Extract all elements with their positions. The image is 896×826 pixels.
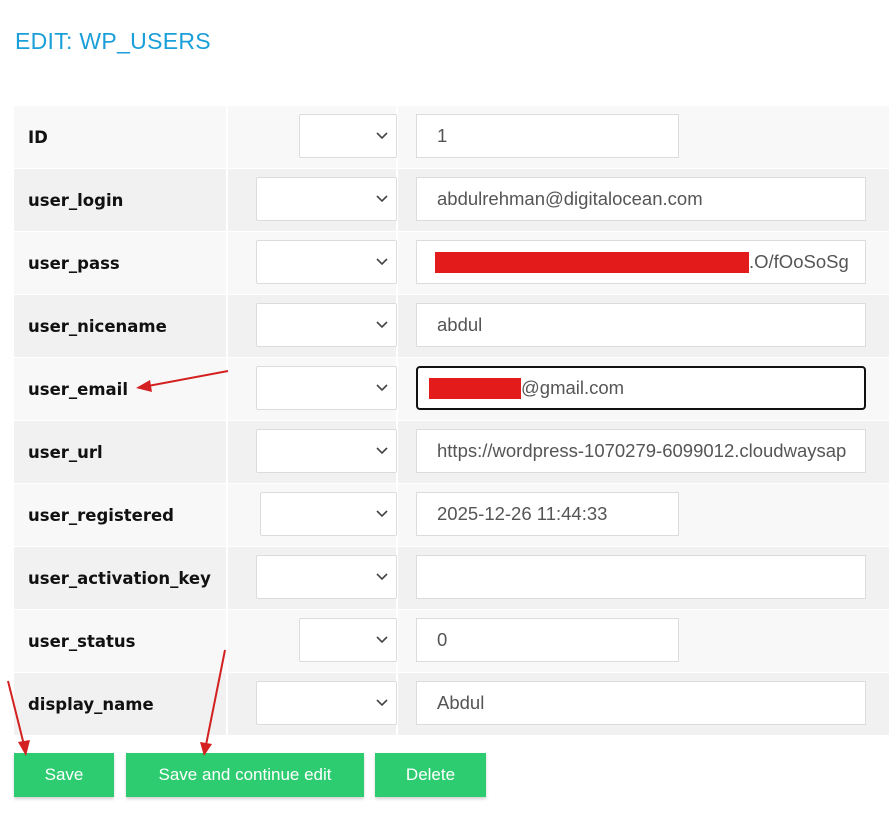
- chevron-down-icon: [376, 195, 388, 203]
- operator-select[interactable]: [260, 492, 397, 536]
- field-label: user_activation_key: [28, 568, 211, 588]
- field-label: user_url: [28, 442, 103, 462]
- operator-select[interactable]: [256, 303, 397, 347]
- field-row-user-nicename: user_nicename abdul: [14, 295, 889, 358]
- field-row-user-registered: user_registered 2025-12-26 11:44:33: [14, 484, 889, 547]
- operator-select[interactable]: [256, 366, 397, 410]
- value-input[interactable]: abdulrehman@digitalocean.com: [416, 177, 866, 221]
- value-input[interactable]: .O/fOoSoSg: [416, 240, 866, 284]
- chevron-down-icon: [376, 258, 388, 266]
- operator-select[interactable]: [256, 177, 397, 221]
- field-row-user-email: user_email @gmail.com: [14, 358, 889, 421]
- field-row-user-login: user_login abdulrehman@digitalocean.com: [14, 169, 889, 232]
- redaction-bar: [435, 251, 749, 273]
- field-row-user-status: user_status 0: [14, 610, 889, 673]
- field-row-user-pass: user_pass .O/fOoSoSg: [14, 232, 889, 295]
- field-label: user_pass: [28, 253, 120, 273]
- operator-select[interactable]: [256, 555, 397, 599]
- operator-select[interactable]: [256, 681, 397, 725]
- value-input[interactable]: Abdul: [416, 681, 866, 725]
- field-label: ID: [28, 127, 48, 147]
- field-label: user_login: [28, 190, 124, 210]
- value-input[interactable]: https://wordpress-1070279-6099012.cloudw…: [416, 429, 866, 473]
- save-and-continue-button[interactable]: Save and continue edit: [126, 753, 364, 797]
- field-row-display-name: display_name Abdul: [14, 673, 889, 736]
- value-input[interactable]: [416, 555, 866, 599]
- chevron-down-icon: [376, 699, 388, 707]
- field-label: display_name: [28, 694, 154, 714]
- operator-select[interactable]: [256, 429, 397, 473]
- field-label: user_nicename: [28, 316, 167, 336]
- chevron-down-icon: [376, 384, 388, 392]
- value-input[interactable]: @gmail.com: [416, 366, 866, 410]
- value-input[interactable]: 2025-12-26 11:44:33: [416, 492, 679, 536]
- field-row-user-url: user_url https://wordpress-1070279-60990…: [14, 421, 889, 484]
- chevron-down-icon: [376, 447, 388, 455]
- chevron-down-icon: [376, 132, 388, 140]
- chevron-down-icon: [376, 510, 388, 518]
- value-input[interactable]: abdul: [416, 303, 866, 347]
- operator-select[interactable]: [299, 618, 397, 662]
- chevron-down-icon: [376, 636, 388, 644]
- edit-form: ID 1 user_login abdulrehman@digitalocean…: [14, 106, 889, 736]
- save-button[interactable]: Save: [14, 753, 114, 797]
- redaction-bar: [429, 377, 521, 399]
- field-label: user_registered: [28, 505, 174, 525]
- chevron-down-icon: [376, 573, 388, 581]
- chevron-down-icon: [376, 321, 388, 329]
- field-label: user_status: [28, 631, 136, 651]
- field-row-user-activation-key: user_activation_key: [14, 547, 889, 610]
- page-title: EDIT: WP_USERS: [15, 28, 211, 54]
- value-input[interactable]: 1: [416, 114, 679, 158]
- operator-select[interactable]: [256, 240, 397, 284]
- delete-button[interactable]: Delete: [375, 753, 486, 797]
- field-row-id: ID 1: [14, 106, 889, 169]
- operator-select[interactable]: [299, 114, 397, 158]
- field-label: user_email: [28, 379, 128, 399]
- value-input[interactable]: 0: [416, 618, 679, 662]
